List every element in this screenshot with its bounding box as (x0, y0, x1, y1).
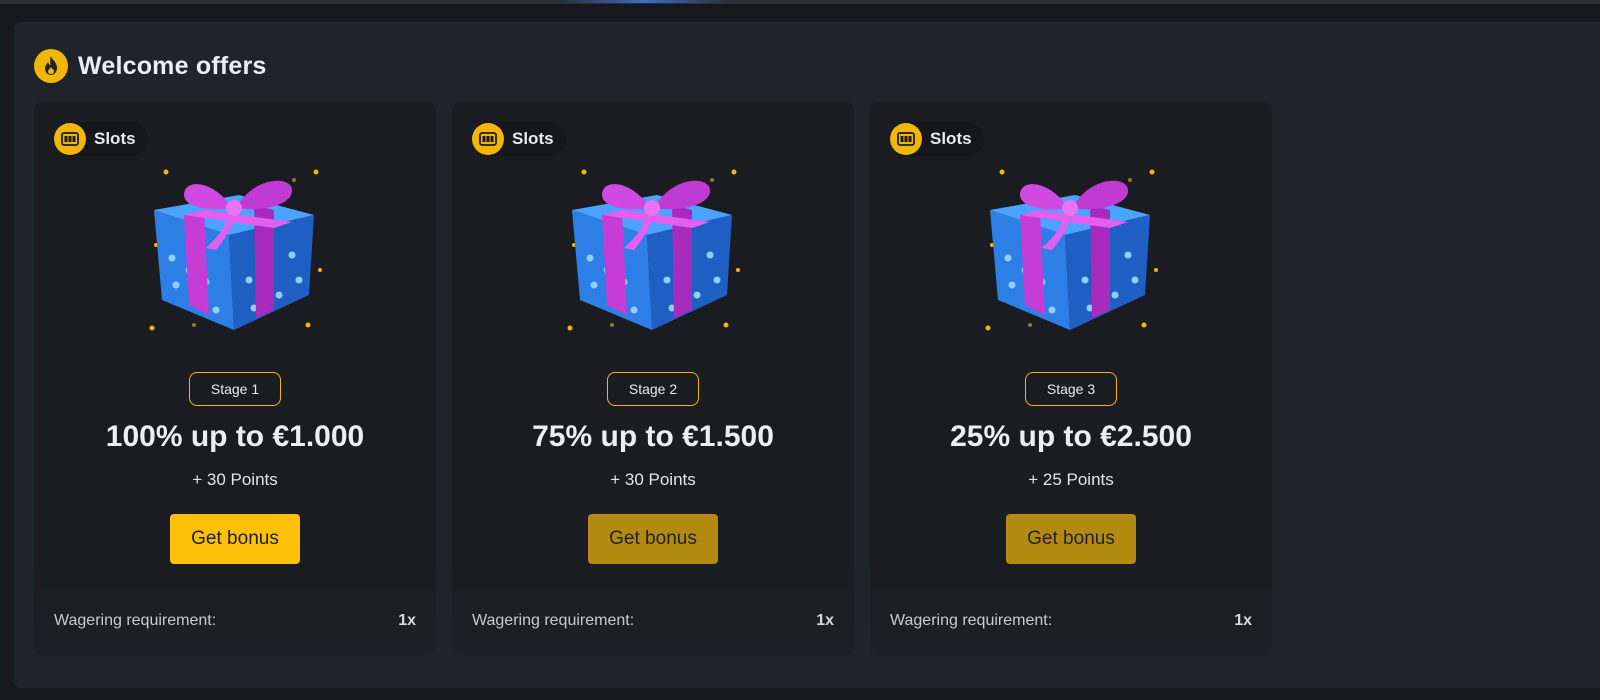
wagering-requirement-row: Wagering requirement: 1x (472, 612, 834, 630)
get-bonus-button[interactable]: Get bonus (588, 514, 718, 564)
slot-machine-icon (54, 123, 86, 155)
slot-machine-icon (472, 123, 504, 155)
category-tag[interactable]: Slots (890, 122, 984, 156)
get-bonus-button[interactable]: Get bonus (170, 514, 300, 564)
offer-card-stage-3: Slots Stage 3 25% up to €2.500 + 25 Poin… (870, 102, 1272, 655)
wagering-value: 1x (816, 612, 834, 629)
panel-title: Welcome offers (78, 51, 267, 80)
slot-machine-icon (890, 123, 922, 155)
category-label: Slots (94, 129, 136, 148)
bonus-title: 75% up to €1.500 (532, 420, 774, 453)
bonus-title: 25% up to €2.500 (950, 420, 1192, 453)
top-bar (0, 0, 1600, 4)
stage-badge: Stage 3 (1025, 372, 1117, 406)
wagering-value: 1x (1234, 612, 1252, 629)
offer-card-stage-1: Slots Stage 1 100% up to €1.000 + 30 Poi… (34, 102, 436, 655)
offers-list: Slots Stage 1 100% up to €1.000 + 30 Poi… (34, 102, 1272, 655)
wagering-requirement-row: Wagering requirement: 1x (54, 612, 416, 630)
wagering-label: Wagering requirement: (472, 612, 635, 629)
bonus-points: + 30 Points (192, 470, 278, 489)
stage-badge: Stage 1 (189, 372, 281, 406)
category-label: Slots (930, 129, 972, 148)
wagering-label: Wagering requirement: (54, 612, 217, 629)
bonus-points: + 25 Points (1028, 470, 1114, 489)
wagering-requirement-row: Wagering requirement: 1x (890, 612, 1252, 630)
bonus-title: 100% up to €1.000 (105, 420, 365, 453)
wagering-value: 1x (398, 612, 416, 629)
wagering-label: Wagering requirement: (890, 612, 1053, 629)
panel-header: Welcome offers (34, 48, 267, 84)
bonus-points: + 30 Points (610, 470, 696, 489)
flame-icon (34, 49, 68, 83)
welcome-offers-panel: Welcome offers Slots Stage 1 100% up to … (14, 22, 1600, 688)
stage-badge: Stage 2 (607, 372, 699, 406)
category-tag[interactable]: Slots (472, 122, 566, 156)
category-tag[interactable]: Slots (54, 122, 148, 156)
category-label: Slots (512, 129, 554, 148)
gift-box-icon (567, 169, 740, 331)
gift-box-icon (985, 169, 1158, 331)
top-bar-accent (560, 0, 730, 3)
get-bonus-button[interactable]: Get bonus (1006, 514, 1136, 564)
offer-card-stage-2: Slots Stage 2 75% up to €1.500 + 30 Poin… (452, 102, 854, 655)
gift-box-icon (149, 169, 322, 331)
